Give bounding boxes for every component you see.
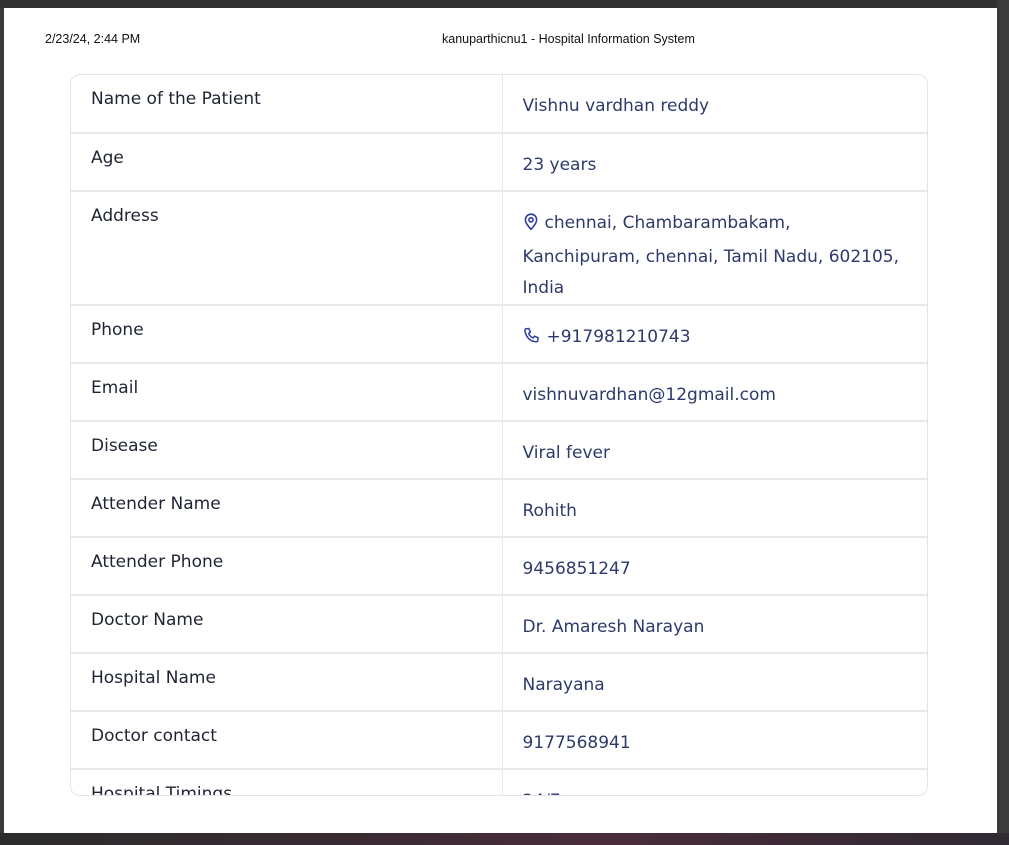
row-value-patient-name: Vishnu vardhan reddy xyxy=(502,75,927,134)
table-row: Doctor Name Dr. Amaresh Narayan xyxy=(71,595,927,654)
taskbar-strip xyxy=(0,833,1009,845)
row-value-hospital-name: Narayana xyxy=(502,653,927,712)
phone-icon xyxy=(523,325,541,356)
phone-link[interactable]: +917981210743 xyxy=(547,327,691,347)
table-row: Attender Name Rohith xyxy=(71,479,927,538)
row-value-disease: Viral fever xyxy=(502,421,927,480)
table-row: Age 23 years xyxy=(71,133,927,192)
row-value-phone[interactable]: +917981210743 xyxy=(502,305,927,364)
row-label-doctor-name: Doctor Name xyxy=(71,595,503,654)
table-row: Phone +917981210743 xyxy=(71,305,927,364)
patient-details-table: Name of the Patient Vishnu vardhan reddy… xyxy=(71,75,927,795)
row-label-doctor-contact: Doctor contact xyxy=(71,711,503,770)
row-label-attender-name: Attender Name xyxy=(71,479,503,538)
location-pin-icon xyxy=(523,211,539,242)
row-label-attender-phone: Attender Phone xyxy=(71,537,503,596)
table-row: Hospital Name Narayana xyxy=(71,653,927,712)
address-text: chennai, Chambarambakam, Kanchipuram, ch… xyxy=(522,213,900,298)
row-label-email: Email xyxy=(71,363,503,422)
table-row: Attender Phone 9456851247 xyxy=(71,537,927,596)
row-label-phone: Phone xyxy=(71,305,503,364)
row-label-hospital-name: Hospital Name xyxy=(71,653,503,712)
table-row: Name of the Patient Vishnu vardhan reddy xyxy=(71,75,927,134)
row-label-age: Age xyxy=(71,133,503,192)
row-label-address: Address xyxy=(71,191,503,306)
window-top-border xyxy=(0,0,1009,8)
email-link[interactable]: vishnuvardhan@12gmail.com xyxy=(502,363,927,422)
patient-details-card: Name of the Patient Vishnu vardhan reddy… xyxy=(70,74,928,796)
row-label-hospital-timings: Hospital Timings xyxy=(71,769,503,795)
table-row: Email vishnuvardhan@12gmail.com xyxy=(71,363,927,422)
print-title: kanuparthicnu1 - Hospital Information Sy… xyxy=(442,32,695,46)
table-row: Disease Viral fever xyxy=(71,421,927,480)
row-label-disease: Disease xyxy=(71,421,503,480)
row-value-address: chennai, Chambarambakam, Kanchipuram, ch… xyxy=(502,191,927,306)
print-date: 2/23/24, 2:44 PM xyxy=(45,32,141,46)
table-row: Address chennai, Chambarambakam, Kanchip… xyxy=(71,191,927,306)
print-page: 2/23/24, 2:44 PM kanuparthicnu1 - Hospit… xyxy=(4,8,997,833)
row-value-doctor-contact: 9177568941 xyxy=(502,711,927,770)
row-label-patient-name: Name of the Patient xyxy=(71,75,503,134)
row-value-hospital-timings: 24/7 xyxy=(502,769,927,795)
row-value-doctor-name: Dr. Amaresh Narayan xyxy=(502,595,927,654)
table-row: Hospital Timings 24/7 xyxy=(71,769,927,795)
window-right-border xyxy=(997,0,1009,845)
table-row: Doctor contact 9177568941 xyxy=(71,711,927,770)
row-value-attender-phone: 9456851247 xyxy=(502,537,927,596)
row-value-age: 23 years xyxy=(502,133,927,192)
row-value-attender-name: Rohith xyxy=(502,479,927,538)
